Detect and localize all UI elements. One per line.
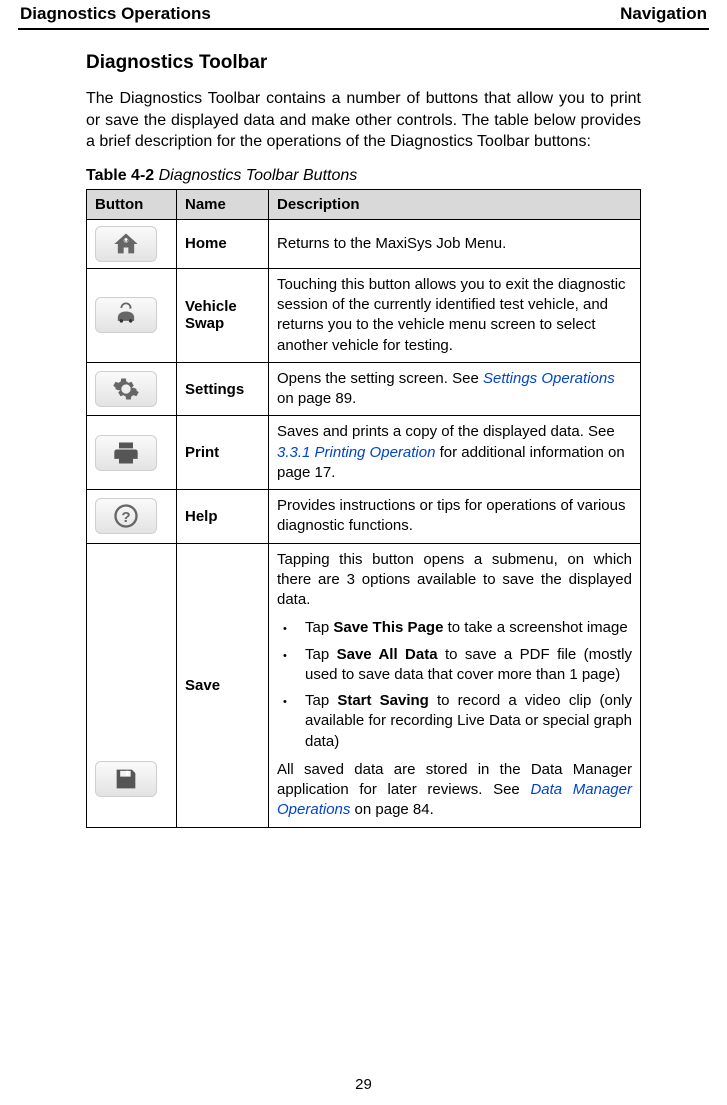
table-row: Print Saves and prints a copy of the dis… (87, 416, 641, 490)
table-row: ? Help Provides instructions or tips for… (87, 490, 641, 544)
list-item: Tap Start Saving to record a video clip … (301, 691, 632, 752)
desc-cell-home: Returns to the MaxiSys Job Menu. (269, 219, 641, 268)
home-icon: M (95, 226, 157, 262)
vehicle-swap-icon (95, 297, 157, 333)
name-cell-help: Help (177, 490, 269, 544)
list-item: Tap Save This Page to take a screenshot … (301, 618, 632, 638)
toolbar-table: Button Name Description M Home Returns t… (86, 189, 641, 828)
desc-cell-settings: Opens the setting screen. See Settings O… (269, 362, 641, 416)
desc-cell-save: Tapping this button opens a submenu, on … (269, 543, 641, 827)
list-item: Tap Save All Data to save a PDF file (mo… (301, 645, 632, 686)
button-cell-vehicle-swap (87, 268, 177, 362)
header-left: Diagnostics Operations (20, 4, 211, 24)
bullet1-before: Tap (305, 619, 333, 636)
save-icon (95, 761, 157, 797)
desc-cell-vehicle-swap: Touching this button allows you to exit … (269, 268, 641, 362)
desc-cell-help: Provides instructions or tips for operat… (269, 490, 641, 544)
settings-icon (95, 371, 157, 407)
button-cell-settings (87, 362, 177, 416)
table-row: Save Tapping this button opens a submenu… (87, 543, 641, 827)
button-cell-save (87, 543, 177, 827)
section-heading: Diagnostics Toolbar (86, 52, 641, 74)
button-cell-home: M (87, 219, 177, 268)
print-icon (95, 435, 157, 471)
bullet1-after: to take a screenshot image (443, 619, 627, 636)
save-outro-after: on page 84. (350, 801, 433, 818)
bullet1-bold: Save This Page (333, 619, 443, 636)
header-rule (18, 28, 709, 30)
name-cell-vehicle-swap: Vehicle Swap (177, 268, 269, 362)
button-cell-print (87, 416, 177, 490)
header-right: Navigation (620, 4, 707, 24)
table-caption-label: Table 4-2 (86, 167, 154, 184)
page-header: Diagnostics Operations Navigation (18, 4, 709, 26)
button-cell-help: ? (87, 490, 177, 544)
table-header-row: Button Name Description (87, 189, 641, 219)
table-row: M Home Returns to the MaxiSys Job Menu. (87, 219, 641, 268)
save-options-list: Tap Save This Page to take a screenshot … (277, 618, 632, 752)
help-icon: ? (95, 498, 157, 534)
page-number: 29 (0, 1076, 727, 1093)
name-cell-print: Print (177, 416, 269, 490)
svg-text:M: M (124, 239, 129, 245)
bullet3-bold: Start Saving (337, 692, 429, 709)
page: Diagnostics Operations Navigation Diagno… (0, 0, 727, 1105)
desc-cell-print: Saves and prints a copy of the displayed… (269, 416, 641, 490)
name-cell-home: Home (177, 219, 269, 268)
intro-paragraph: The Diagnostics Toolbar contains a numbe… (86, 88, 641, 153)
th-name: Name (177, 189, 269, 219)
settings-desc-after: on page 89. (277, 390, 356, 407)
print-link[interactable]: 3.3.1 Printing Operation (277, 444, 435, 461)
settings-link[interactable]: Settings Operations (483, 370, 615, 387)
save-outro: All saved data are stored in the Data Ma… (277, 760, 632, 821)
th-description: Description (269, 189, 641, 219)
th-button: Button (87, 189, 177, 219)
svg-text:?: ? (121, 509, 130, 526)
table-row: Settings Opens the setting screen. See S… (87, 362, 641, 416)
print-desc-before: Saves and prints a copy of the displayed… (277, 423, 615, 440)
name-cell-save: Save (177, 543, 269, 827)
table-row: Vehicle Swap Touching this button allows… (87, 268, 641, 362)
save-intro: Tapping this button opens a submenu, on … (277, 550, 632, 611)
table-caption-text: Diagnostics Toolbar Buttons (159, 167, 358, 184)
bullet2-before: Tap (305, 646, 337, 663)
table-caption: Table 4-2 Diagnostics Toolbar Buttons (86, 167, 641, 185)
settings-desc-before: Opens the setting screen. See (277, 370, 483, 387)
bullet3-before: Tap (305, 692, 337, 709)
content-area: Diagnostics Toolbar The Diagnostics Tool… (18, 52, 709, 828)
bullet2-bold: Save All Data (337, 646, 438, 663)
name-cell-settings: Settings (177, 362, 269, 416)
